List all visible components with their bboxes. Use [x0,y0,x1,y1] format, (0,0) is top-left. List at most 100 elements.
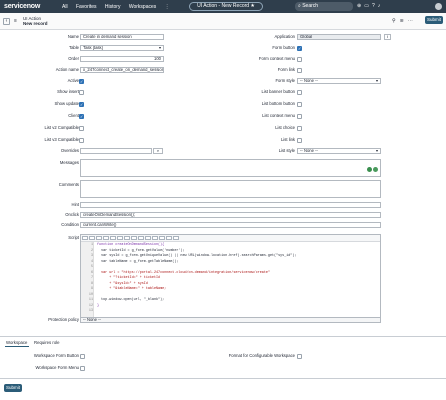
top-right-icons: ⊕▭?♪ [357,3,383,9]
show-insert-checkbox[interactable] [79,90,84,95]
bell-icon[interactable]: ♪ [378,3,384,9]
code-line: var url = "https://portal.247connect.clo… [97,270,270,275]
list-v2-label: List v2 Compatible [44,125,79,130]
list-style-select[interactable]: -- None -- [297,148,381,154]
form-header: ‹ ≡ UI Action New record ⚲≋⋯ Submit [0,13,446,30]
translate-icon[interactable] [367,167,372,172]
list-bottom-label: List bottom button [261,101,295,106]
condition-input[interactable]: current.canWrite() [80,222,381,228]
redo-icon[interactable] [124,236,130,240]
nav-workspaces[interactable]: Workspaces [129,4,156,10]
list-v2-checkbox[interactable] [79,126,84,131]
avatar[interactable] [435,3,442,10]
comments-textarea[interactable] [80,180,381,198]
servicenow-logo[interactable]: servicenow [4,3,40,10]
active-tab-indicator [5,346,29,347]
condition-label: Condition [61,222,79,227]
submit-button[interactable]: Submit [425,16,443,24]
form-button-checkbox[interactable] [297,46,302,51]
overrides-search-icon[interactable]: ⌕ [153,148,163,154]
spellcheck-icon[interactable] [373,167,378,172]
replace-all-icon[interactable] [103,236,109,240]
list-v3-checkbox[interactable] [79,138,84,143]
full-screen-icon[interactable] [159,236,165,240]
undo-icon[interactable] [117,236,123,240]
nav-all[interactable]: All [62,4,68,10]
script-editor[interactable]: 1 2 3 4 5 6 7 8 9 10 11 12 13 function c… [80,234,381,318]
nav-favorites[interactable]: Favorites [76,4,97,10]
nav-more[interactable]: ⋮ [165,4,170,10]
show-update-checkbox[interactable] [79,102,84,107]
replace-icon[interactable] [96,236,102,240]
activity-icon[interactable]: ≋ [400,18,408,24]
messages-textarea[interactable] [80,159,381,177]
record-context-pill[interactable]: UI Action - New Record ★ [189,2,263,11]
list-context-label: List context menu [262,113,295,118]
onclick-label: Onclick [65,212,79,217]
form-link-checkbox[interactable] [297,68,302,73]
form-style-select[interactable]: -- None -- [297,78,381,84]
global-search-input[interactable]: ⌕ Search [295,2,353,11]
toggle-comment-icon[interactable] [82,236,88,240]
table-select[interactable]: Task [task] [80,45,164,51]
workspace-form-button-label: Workspace Form Button [33,353,79,358]
help-icon[interactable] [166,236,172,240]
onclick-input[interactable]: createOnDemandSession(); [80,212,381,218]
more-icon[interactable]: ⋯ [408,18,417,24]
form-record-title: New record [23,21,48,26]
line-number: 2 [90,248,93,253]
related-tabs: Workspace Requires role Workspace Form B… [0,336,446,379]
code-line: function createOnDemandSession(){ [97,243,165,247]
messages-label: Messages [59,160,79,165]
workspace-form-menu-checkbox[interactable] [80,366,85,371]
format-configurable-checkbox[interactable] [297,354,302,359]
bottom-submit-button[interactable]: Submit [4,384,22,392]
name-label: Name [67,34,79,39]
info-icon[interactable]: i [384,34,391,40]
action-name-input[interactable]: x_247connect_create_on_demand_session [80,67,164,73]
search-code-icon[interactable] [110,236,116,240]
order-input[interactable]: 100 [80,56,164,62]
menu-icon[interactable]: ≡ [14,18,17,24]
workspace-form-menu-label: Workspace Form Menu [35,365,79,370]
chat-icon[interactable]: ▭ [364,3,372,9]
overrides-input[interactable] [80,148,152,154]
format-code-icon[interactable] [89,236,95,240]
list-banner-label: List banner button [261,89,295,94]
tab-workspace[interactable]: Workspace [6,340,27,345]
nav-history[interactable]: History [105,4,121,10]
form-context-menu-label: Form context menu [258,56,295,61]
syntax-check-icon[interactable] [152,236,158,240]
list-link-checkbox[interactable] [297,138,302,143]
form-link-label: Form link [277,67,295,72]
active-checkbox[interactable] [79,79,84,84]
line-number: 8 [90,281,93,286]
list-context-checkbox[interactable] [297,114,302,119]
attachment-icon[interactable]: ⚲ [392,18,400,24]
tab-requires-role[interactable]: Requires role [34,340,60,345]
overrides-label: Overrides [60,148,79,153]
hint-input[interactable] [80,202,381,208]
action-name-label: Action name [55,67,79,72]
list-link-label: List link [281,137,295,142]
name-input[interactable]: Create in demand session [80,34,164,40]
list-banner-checkbox[interactable] [297,90,302,95]
unfold-icon[interactable] [138,236,144,240]
workspace-form-button-checkbox[interactable] [80,354,85,359]
list-choice-checkbox[interactable] [297,126,302,131]
fold-icon[interactable] [131,236,137,240]
protection-policy-select[interactable]: -- None -- [80,317,381,323]
script-macros-icon[interactable] [173,236,179,240]
top-navigation-bar: servicenow All Favorites History Workspa… [0,0,446,13]
client-checkbox[interactable] [79,114,84,119]
script-debugger-icon[interactable] [145,236,151,240]
back-button[interactable]: ‹ [3,18,10,25]
hint-label: Hint [71,202,79,207]
code-line: + "?ticketId=" + ticketId [97,276,161,280]
code-line: top.window.open(url, "_blank"); [97,298,165,302]
code-line: var sysId = g_form.getUniqueValue() || n… [97,254,297,258]
line-number: 1 [90,243,93,247]
form-context-menu-checkbox[interactable] [297,57,302,62]
list-bottom-checkbox[interactable] [297,102,302,107]
list-v3-label: List v3 Compatible [44,137,79,142]
